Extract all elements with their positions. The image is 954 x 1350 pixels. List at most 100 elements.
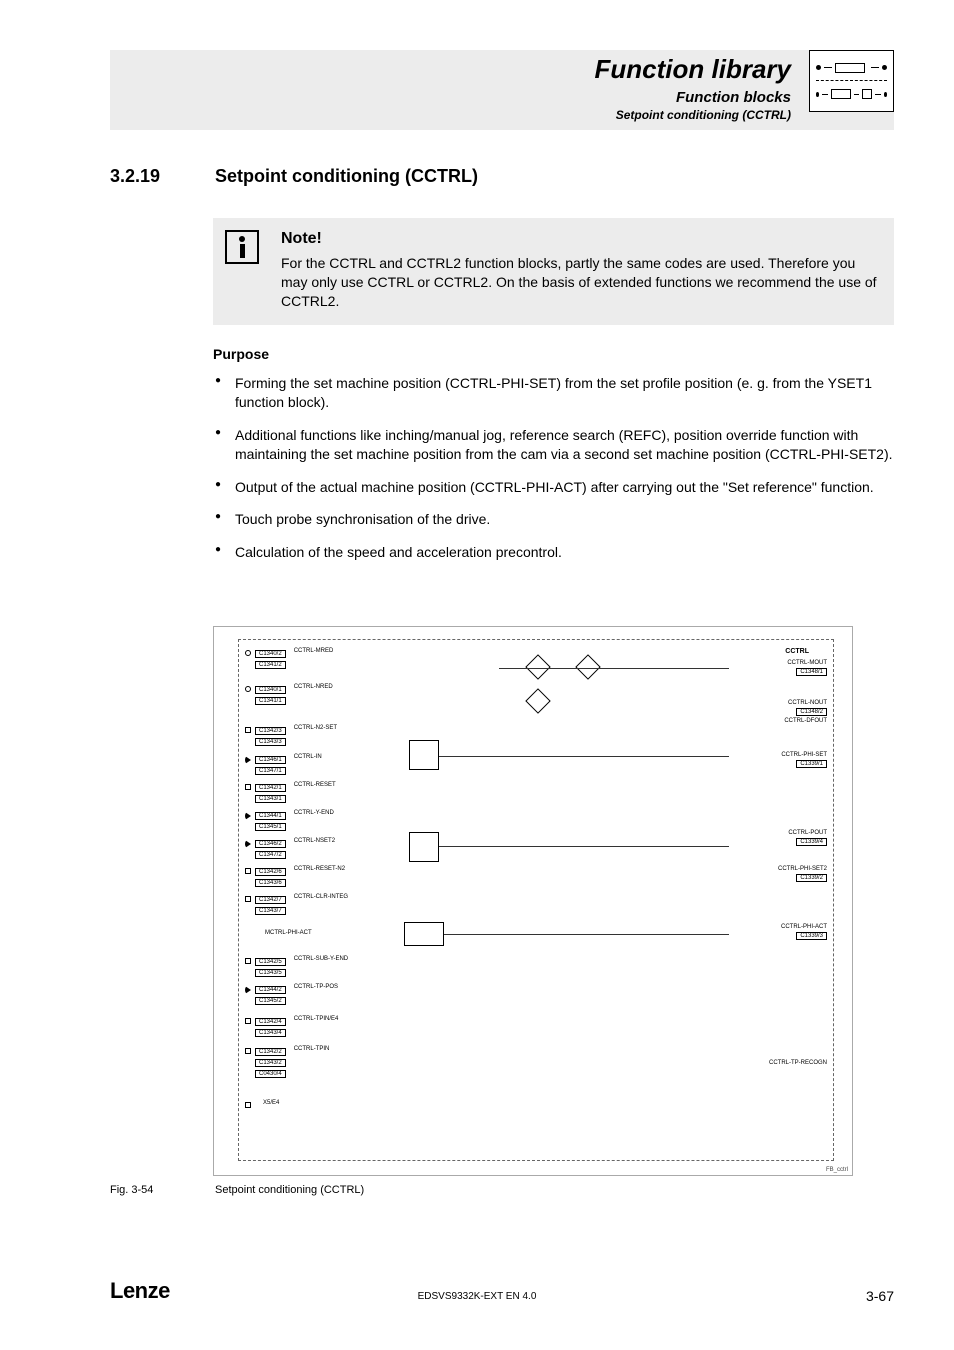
code-box: C1342/6 (255, 868, 286, 876)
code-box: C1345/2 (255, 997, 286, 1005)
code-box: C1342/7 (255, 896, 286, 904)
code-box: C1348/1 (796, 668, 827, 676)
input-label: CCTRL-SUB-Y-END (294, 956, 348, 962)
page-header: Function library Function blocks Setpoin… (595, 50, 894, 122)
header-text: Function library Function blocks Setpoin… (595, 50, 791, 122)
code-box: C1344/2 (255, 986, 286, 994)
input-label: CCTRL-RESET (294, 782, 336, 788)
input-label: CCTRL-NRED (294, 684, 333, 690)
header-subtitle2: Setpoint conditioning (CCTRL) (595, 108, 791, 122)
code-box: C1341/1 (255, 697, 286, 705)
footer-docid: EDSVS9332K-EXT EN 4.0 (0, 1291, 954, 1302)
code-box: C1340/2 (255, 650, 286, 658)
diagram-input: MCTRL-PHI-ACT (245, 930, 312, 936)
input-label: CCTRL-TPIN (294, 1046, 330, 1052)
figure-number: Fig. 3-54 (110, 1184, 153, 1196)
code-box: C1342/4 (255, 1018, 286, 1026)
code-box: C1343/4 (255, 1029, 286, 1037)
input-label: MCTRL-PHI-ACT (265, 930, 312, 936)
block-border: CCTRL C1340/2 C1341/2 CCTRL-MRED C1340/1 C13… (238, 639, 834, 1161)
code-box: C1343/3 (255, 738, 286, 746)
diagram-input: C1342/3 C1343/3 CCTRL-N2-SET (245, 725, 337, 746)
diagram-input: C1346/1 C1347/1 CCTRL-IN (245, 754, 322, 775)
code-box: C1339/4 (796, 838, 827, 846)
function-block-icon (809, 50, 894, 112)
diagram-input: C1342/1 C1343/1 CCTRL-RESET (245, 782, 336, 803)
input-label: CCTRL-N2-SET (294, 725, 337, 731)
code-box: C1342/3 (255, 727, 286, 735)
code-box: C1343/5 (255, 969, 286, 977)
internal-block (404, 922, 444, 946)
diagram-input: C1340/2 C1341/2 CCTRL-MRED (245, 648, 333, 669)
output-label: CCTRL-NOUT (788, 700, 827, 706)
input-label: X5/E4 (263, 1100, 279, 1106)
code-box: C1340/1 (255, 686, 286, 694)
mixer-block (575, 654, 600, 679)
output-label: CCTRL-PHI-ACT (781, 924, 827, 930)
diagram-input: C1344/1 C1345/1 CCTRL-Y-END (245, 810, 334, 831)
output-label: CCTRL-POUT (788, 830, 827, 836)
input-label: CCTRL-NSET2 (294, 838, 335, 844)
output-label: CCTRL-DFOUT (784, 718, 827, 724)
code-box: C1344/1 (255, 812, 286, 820)
diagram-input: C1342/7 C1343/7 CCTRL-CLR-INTEG (245, 894, 348, 915)
input-label: CCTRL-CLR-INTEG (294, 894, 348, 900)
code-box: C1339/3 (796, 932, 827, 940)
code-box: C1346/2 (255, 840, 286, 848)
diagram-input: X5/E4 (245, 1100, 279, 1108)
diagram-output: CCTRL-DFOUT (784, 718, 827, 724)
purpose-list: Forming the set machine position (CCTRL-… (213, 374, 894, 576)
purpose-heading: Purpose (213, 346, 269, 362)
input-label: CCTRL-IN (294, 754, 322, 760)
code-box: C1347/2 (255, 851, 286, 859)
footer-page: 3-67 (866, 1288, 894, 1304)
figure-caption: Setpoint conditioning (CCTRL) (215, 1184, 364, 1196)
code-box: C1347/1 (255, 767, 286, 775)
header-subtitle1: Function blocks (595, 89, 791, 106)
code-box: C1343/6 (255, 879, 286, 887)
code-box: C1342/5 (255, 958, 286, 966)
code-box: C1343/7 (255, 907, 286, 915)
purpose-item: Forming the set machine position (CCTRL-… (213, 374, 894, 412)
input-label: CCTRL-RESET-N2 (294, 866, 345, 872)
code-box: C1341/2 (255, 661, 286, 669)
diagram-output: CCTRL-PHI-ACT C1339/3 (781, 924, 827, 940)
code-box: C1343/1 (255, 795, 286, 803)
purpose-item: Calculation of the speed and acceleratio… (213, 543, 894, 562)
diagram-output: CCTRL-TP-RECOGN (769, 1060, 827, 1066)
output-label: CCTRL-PHI-SET (781, 752, 827, 758)
purpose-item: Touch probe synchronisation of the drive… (213, 510, 894, 529)
block-title: CCTRL (785, 648, 809, 655)
internal-block (409, 740, 439, 770)
mixer-block (525, 654, 550, 679)
input-label: CCTRL-TPIN/E4 (294, 1016, 339, 1022)
diagram-output: CCTRL-PHI-SETC1339/1 (781, 752, 827, 768)
code-box: C1348/2 (796, 708, 827, 716)
purpose-item: Output of the actual machine position (C… (213, 478, 894, 497)
section-number: 3.2.19 (110, 166, 160, 187)
diagram-output: CCTRL-NOUT C1348/2 (788, 700, 827, 716)
code-box: C1345/1 (255, 823, 286, 831)
output-label: CCTRL-MOUT (787, 660, 827, 666)
header-title: Function library (595, 54, 791, 85)
code-box: C1342/1 (255, 784, 286, 792)
code-box: C1342/2 (255, 1048, 286, 1056)
code-box: C0430/4 (255, 1070, 286, 1078)
note-title: Note! (281, 230, 880, 248)
code-box: C1346/1 (255, 756, 286, 764)
diagram-source-label: FB_cctrl (826, 1167, 848, 1173)
note-text: For the CCTRL and CCTRL2 function blocks… (281, 254, 880, 311)
input-label: CCTRL-MRED (294, 648, 334, 654)
output-label: CCTRL-PHI-SET2 (778, 866, 827, 872)
diagram-input: C1344/2 C1345/2 CCTRL-TP-POS (245, 984, 338, 1005)
input-label: CCTRL-TP-POS (294, 984, 338, 990)
info-icon (225, 230, 259, 264)
diagram-input: C1342/6 C1343/6 CCTRL-RESET-N2 (245, 866, 345, 887)
diagram-input: C1342/4 C1343/4 CCTRL-TPIN/E4 (245, 1016, 338, 1037)
note-box: Note! For the CCTRL and CCTRL2 function … (213, 218, 894, 325)
code-box: C1343/2 (255, 1059, 286, 1067)
diagram-output: CCTRL-MOUT C1348/1 (787, 660, 827, 676)
mixer-block (525, 688, 550, 713)
input-label: CCTRL-Y-END (294, 810, 334, 816)
diagram-input: C1342/2 C1343/2 C0430/4 CCTRL-TPIN (245, 1046, 329, 1078)
